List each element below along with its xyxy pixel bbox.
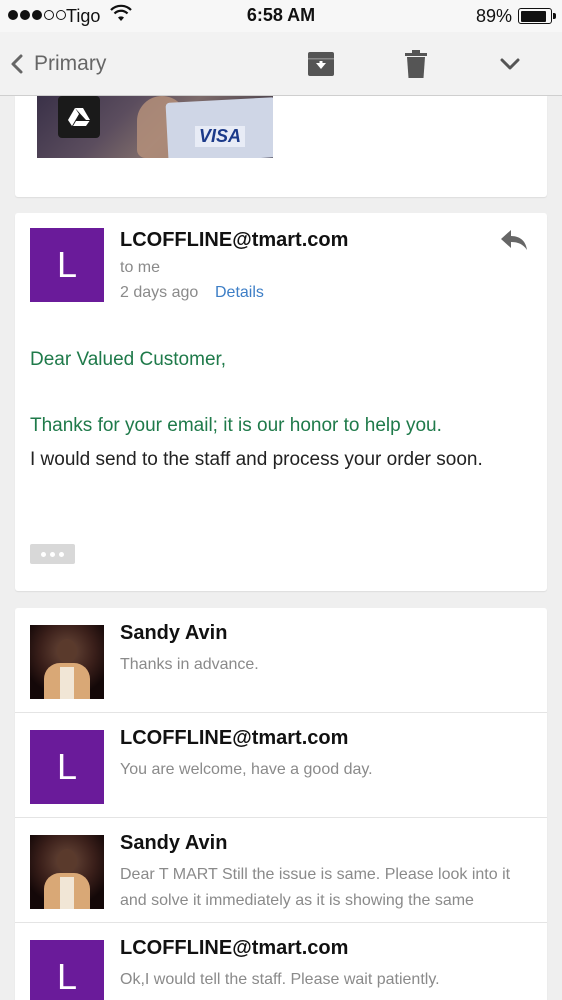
sender-avatar[interactable]: L [30, 228, 104, 302]
attachment-thumbnail[interactable]: VISA [37, 96, 273, 158]
sender-avatar-photo [30, 625, 104, 699]
chevron-down-icon [500, 58, 520, 70]
archive-icon [308, 52, 334, 76]
thread-snippet: Ok,I would tell the staff. Please wait p… [120, 971, 440, 988]
archive-button[interactable] [303, 46, 339, 82]
navigation-bar: Primary [0, 32, 562, 96]
attachment-card: VISA [15, 96, 547, 197]
back-label: Primary [34, 52, 107, 75]
thread-sender: Sandy Avin [120, 832, 228, 854]
back-button[interactable]: Primary [8, 32, 106, 96]
recipient-line: to me [120, 259, 161, 276]
sender-avatar-photo [30, 835, 104, 909]
thread-item[interactable]: L LCOFFLINE@tmart.com Ok,I would tell th… [15, 923, 547, 1000]
details-link[interactable]: Details [215, 284, 264, 302]
message-line-1: Thanks for your email; it is our honor t… [30, 415, 442, 436]
show-trimmed-content-button[interactable] [30, 544, 75, 564]
more-button[interactable] [492, 46, 528, 82]
thread-item[interactable]: Sandy Avin Dear T MART Still the issue i… [15, 818, 547, 923]
battery-percentage: 89% [475, 6, 512, 26]
status-bar: Tigo 6:58 AM 89% [0, 0, 562, 32]
visa-logo: VISA [195, 126, 246, 147]
message-line-2: I would send to the staff and process yo… [30, 449, 483, 470]
sender-avatar: L [30, 730, 104, 804]
delete-button[interactable] [398, 46, 434, 82]
thread-snippet: Dear T MART Still the issue is same. Ple… [120, 866, 511, 909]
sender-avatar: L [30, 940, 104, 1000]
google-drive-icon [58, 96, 100, 138]
thread-item[interactable]: L LCOFFLINE@tmart.com You are welcome, h… [15, 713, 547, 818]
trash-icon [405, 50, 427, 78]
message-time: 2 days ago [120, 284, 199, 301]
thread-snippet: Thanks in advance. [120, 656, 259, 673]
sender-email: LCOFFLINE@tmart.com [120, 229, 349, 251]
thread-list: Sandy Avin Thanks in advance. L LCOFFLIN… [15, 608, 547, 1000]
thread-snippet: You are welcome, have a good day. [120, 761, 373, 778]
message-card: L LCOFFLINE@tmart.com to me 2 days ago D… [15, 213, 547, 591]
chevron-left-icon [11, 54, 23, 74]
thread-item[interactable]: Sandy Avin Thanks in advance. [15, 608, 547, 713]
thread-sender: Sandy Avin [120, 622, 228, 644]
battery-icon [518, 8, 556, 24]
thread-sender: LCOFFLINE@tmart.com [120, 727, 349, 749]
reply-icon[interactable] [499, 227, 529, 253]
thread-sender: LCOFFLINE@tmart.com [120, 937, 349, 959]
message-greeting: Dear Valued Customer, [30, 349, 227, 370]
